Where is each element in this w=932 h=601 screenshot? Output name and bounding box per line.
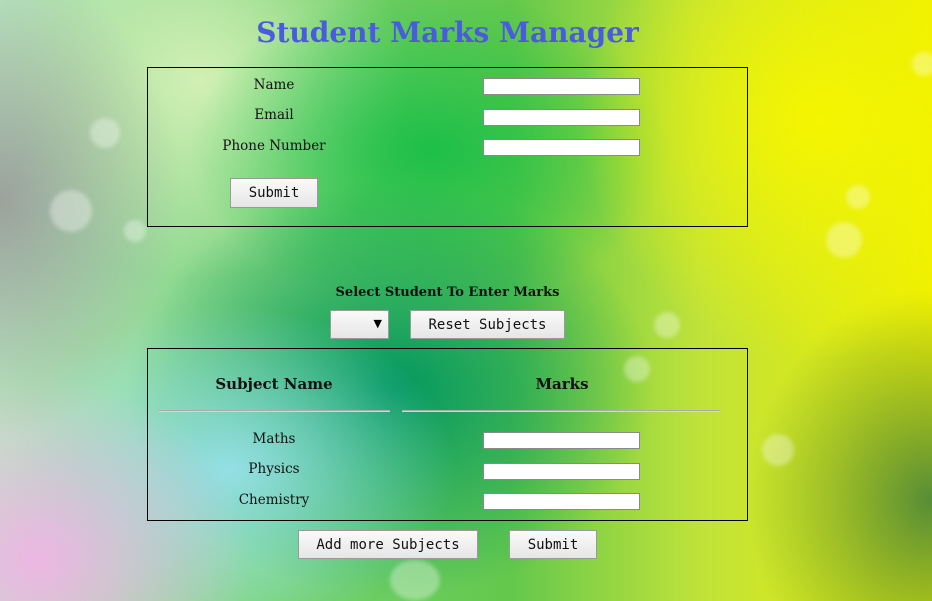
header-divider bbox=[402, 410, 720, 412]
header-divider bbox=[158, 410, 390, 412]
bokeh-decoration bbox=[390, 560, 440, 600]
reset-subjects-button[interactable]: Reset Subjects bbox=[410, 310, 565, 339]
physics-marks-input[interactable] bbox=[483, 463, 640, 480]
subject-label-chemistry: Chemistry bbox=[238, 492, 310, 508]
bokeh-decoration bbox=[846, 185, 870, 209]
maths-marks-input[interactable] bbox=[483, 432, 640, 449]
email-input[interactable] bbox=[483, 109, 640, 126]
subject-name-header: Subject Name bbox=[215, 375, 333, 393]
subject-label-maths: Maths bbox=[252, 431, 296, 447]
bokeh-decoration bbox=[124, 220, 146, 242]
phone-label: Phone Number bbox=[222, 138, 326, 154]
student-submit-button[interactable]: Submit bbox=[230, 178, 318, 208]
name-input[interactable] bbox=[483, 78, 640, 95]
page-title: Student Marks Manager bbox=[256, 16, 639, 49]
student-select[interactable]: ▼ bbox=[330, 310, 389, 339]
phone-input[interactable] bbox=[483, 139, 640, 156]
chevron-down-icon: ▼ bbox=[373, 317, 382, 330]
select-student-title: Select Student To Enter Marks bbox=[335, 285, 560, 300]
name-label: Name bbox=[253, 77, 295, 93]
email-label: Email bbox=[254, 107, 294, 123]
add-more-subjects-button[interactable]: Add more Subjects bbox=[298, 530, 478, 559]
marks-header: Marks bbox=[535, 375, 589, 393]
bokeh-decoration bbox=[90, 118, 120, 148]
bokeh-decoration bbox=[654, 312, 680, 338]
chemistry-marks-input[interactable] bbox=[483, 493, 640, 510]
marks-submit-button[interactable]: Submit bbox=[509, 530, 597, 559]
bokeh-decoration bbox=[912, 52, 932, 76]
subject-label-physics: Physics bbox=[248, 461, 300, 477]
bokeh-decoration bbox=[762, 434, 794, 466]
bokeh-decoration bbox=[826, 222, 862, 258]
bokeh-decoration bbox=[50, 190, 92, 232]
